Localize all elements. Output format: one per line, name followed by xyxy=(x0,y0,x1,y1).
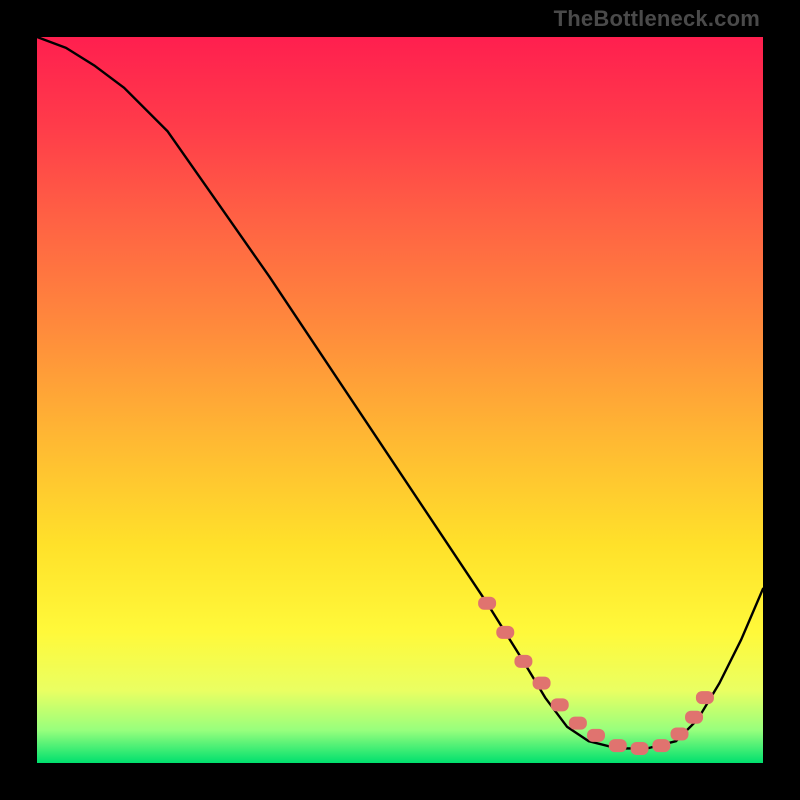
highlighted-point xyxy=(685,711,703,724)
highlighted-point xyxy=(652,739,670,752)
highlighted-point xyxy=(533,677,551,690)
highlighted-point xyxy=(631,742,649,755)
attribution-text: TheBottleneck.com xyxy=(554,6,760,32)
highlighted-point xyxy=(551,698,569,711)
highlighted-point xyxy=(609,739,627,752)
highlighted-point xyxy=(587,729,605,742)
bottleneck-curve-chart xyxy=(37,37,763,763)
highlighted-point xyxy=(478,597,496,610)
highlighted-point xyxy=(671,727,689,740)
highlighted-point xyxy=(496,626,514,639)
highlighted-point xyxy=(569,717,587,730)
chart-plot-area xyxy=(37,37,763,763)
highlighted-point xyxy=(696,691,714,704)
highlighted-point xyxy=(514,655,532,668)
gradient-background xyxy=(37,37,763,763)
